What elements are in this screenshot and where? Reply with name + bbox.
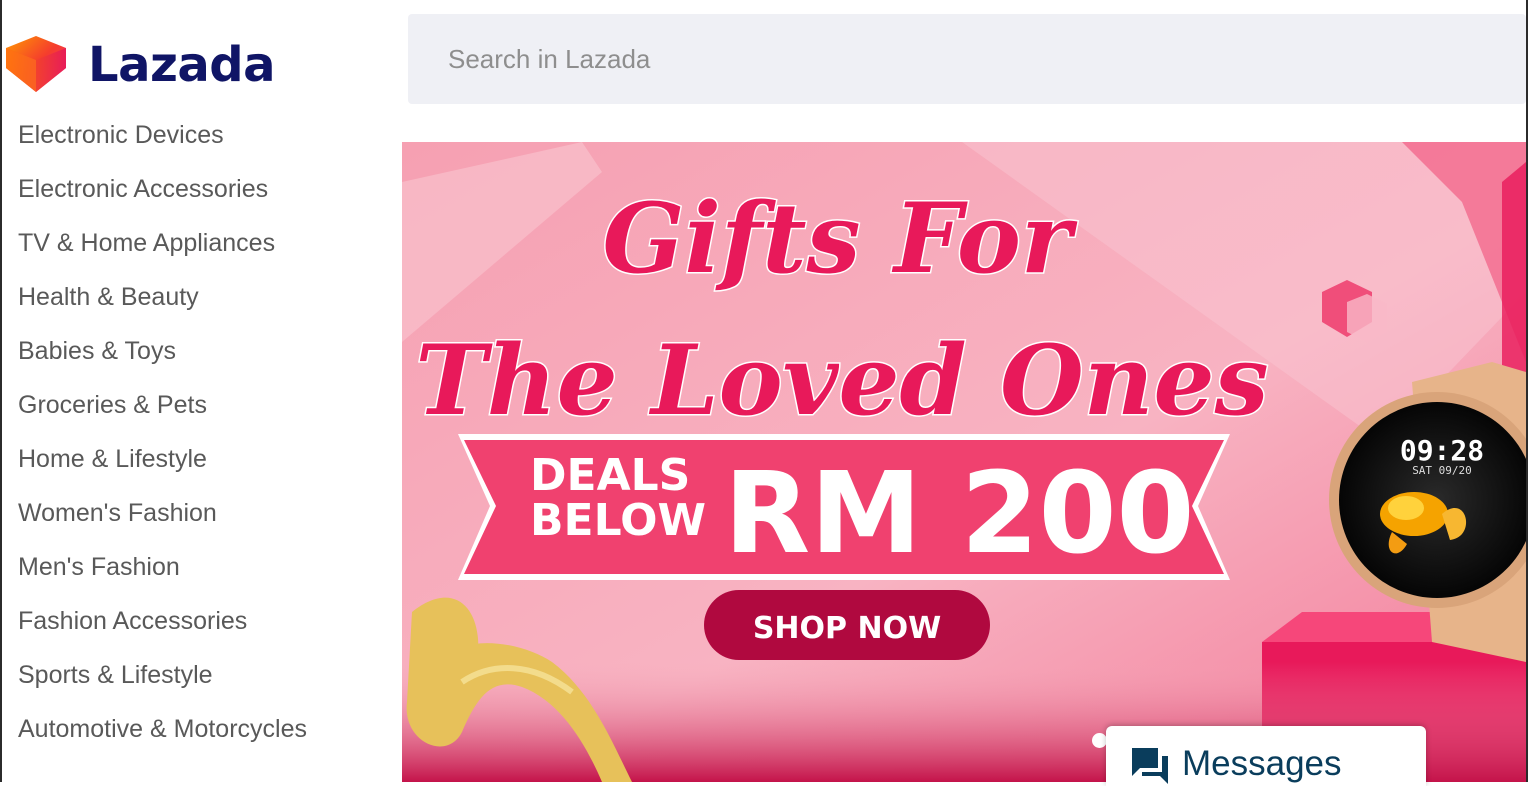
search-bar <box>408 14 1526 104</box>
banner-deals-line2: BELOW <box>530 495 706 546</box>
sidebar-item-electronic-accessories[interactable]: Electronic Accessories <box>18 172 268 206</box>
sidebar-item-mens-fashion[interactable]: Men's Fashion <box>18 550 180 584</box>
banner-headline-line2: The Loved Ones <box>415 324 1268 437</box>
sidebar-item-health-beauty[interactable]: Health & Beauty <box>18 280 199 314</box>
lazada-heart-logo-icon <box>6 36 66 92</box>
sidebar-item-electronic-devices[interactable]: Electronic Devices <box>18 118 224 152</box>
shop-now-label: SHOP NOW <box>753 611 941 646</box>
banner-price: RM 200 <box>724 449 1194 579</box>
messages-widget[interactable]: Messages <box>1106 726 1426 786</box>
sidebar-item-fashion-accessories[interactable]: Fashion Accessories <box>18 604 247 638</box>
carousel-dot[interactable] <box>1092 733 1107 748</box>
banner-deals-line1: DEALS <box>530 450 690 501</box>
search-input[interactable] <box>446 42 1526 76</box>
sidebar-item-home-lifestyle[interactable]: Home & Lifestyle <box>18 442 207 476</box>
promo-banner[interactable]: Gifts For The Loved Ones DEALS BELOW RM … <box>402 142 1526 782</box>
promo-banner-art: Gifts For The Loved Ones DEALS BELOW RM … <box>402 142 1526 782</box>
sidebar-item-groceries-pets[interactable]: Groceries & Pets <box>18 388 207 422</box>
category-sidebar: Electronic Devices Electronic Accessorie… <box>0 118 395 782</box>
sidebar-item-sports-lifestyle[interactable]: Sports & Lifestyle <box>18 658 213 692</box>
messages-label: Messages <box>1182 744 1342 783</box>
brand-name: Lazada <box>88 37 276 93</box>
chat-bubbles-icon <box>1132 748 1168 784</box>
watch-time: 09:28 <box>1400 434 1484 467</box>
banner-headline-line1: Gifts For <box>602 182 1078 295</box>
sidebar-item-automotive-motorcycles[interactable]: Automotive & Motorcycles <box>18 712 307 746</box>
lazada-logo[interactable]: Lazada <box>2 34 276 96</box>
watch-date: SAT 09/20 <box>1412 464 1472 477</box>
sidebar-item-tv-home-appliances[interactable]: TV & Home Appliances <box>18 226 275 260</box>
sidebar-item-womens-fashion[interactable]: Women's Fashion <box>18 496 217 530</box>
sidebar-item-babies-toys[interactable]: Babies & Toys <box>18 334 176 368</box>
